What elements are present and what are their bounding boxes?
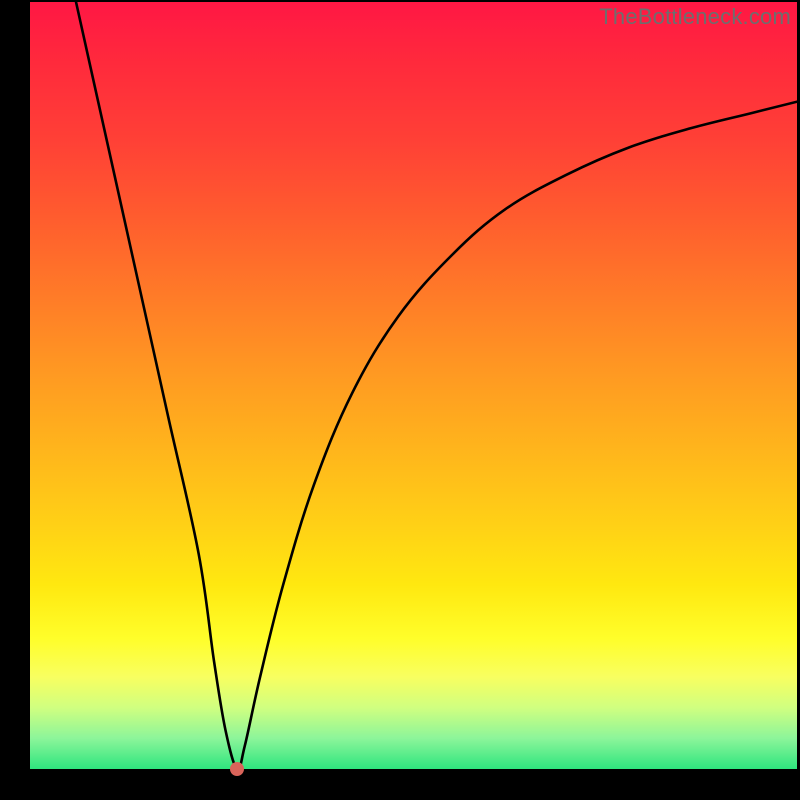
plot-area: TheBottleneck.com [30, 2, 797, 769]
bottleneck-curve [30, 2, 797, 769]
watermark-text: TheBottleneck.com [599, 4, 791, 30]
chart-frame: TheBottleneck.com [0, 0, 800, 800]
optimal-point-marker [230, 762, 244, 776]
